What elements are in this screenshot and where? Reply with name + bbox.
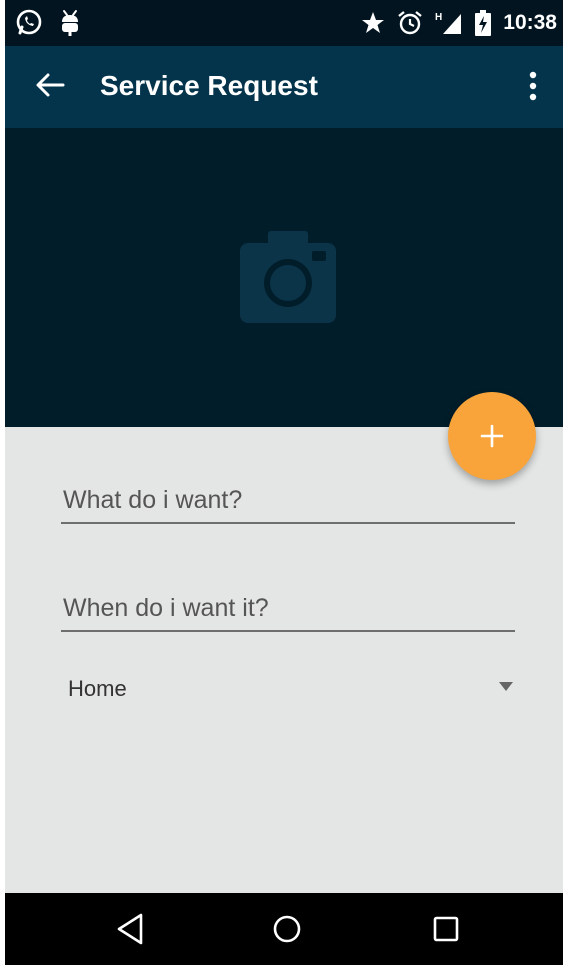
status-bar: H 10:38 — [5, 0, 563, 46]
status-right-icons: H 10:38 — [361, 10, 557, 36]
page-title: Service Request — [100, 70, 318, 101]
photo-placeholder[interactable] — [5, 128, 563, 427]
when-do-i-want-it-input[interactable] — [61, 586, 517, 630]
camera-icon — [240, 231, 336, 323]
nav-home-icon[interactable] — [269, 911, 305, 947]
svg-text:H: H — [435, 12, 442, 23]
nav-recents-icon[interactable] — [428, 911, 464, 947]
whatsapp-icon — [16, 9, 42, 35]
app-toolbar: Service Request — [5, 46, 563, 128]
nav-back-icon[interactable] — [113, 911, 149, 947]
alarm-icon — [398, 11, 423, 35]
plus-icon — [480, 424, 504, 448]
what-field-wrapper — [61, 478, 517, 524]
arrow-left-icon[interactable] — [33, 68, 67, 102]
status-time: 10:38 — [503, 11, 557, 34]
signal-h-icon: H — [435, 12, 462, 34]
status-left-icons — [15, 8, 81, 36]
add-photo-fab[interactable] — [448, 392, 536, 480]
android-debug-icon — [62, 10, 78, 36]
location-spinner[interactable]: Home — [61, 668, 517, 708]
dropdown-arrow-icon — [499, 682, 513, 691]
when-field-wrapper — [61, 586, 517, 632]
system-nav-bar — [5, 893, 563, 965]
battery-charging-icon — [475, 10, 492, 36]
what-do-i-want-input[interactable] — [61, 478, 517, 522]
more-vertical-icon[interactable] — [521, 68, 545, 104]
star-icon — [362, 12, 385, 33]
service-request-screen: H 10:38 Service Request What do i want? … — [5, 0, 563, 965]
location-selected-value: Home — [68, 676, 127, 701]
